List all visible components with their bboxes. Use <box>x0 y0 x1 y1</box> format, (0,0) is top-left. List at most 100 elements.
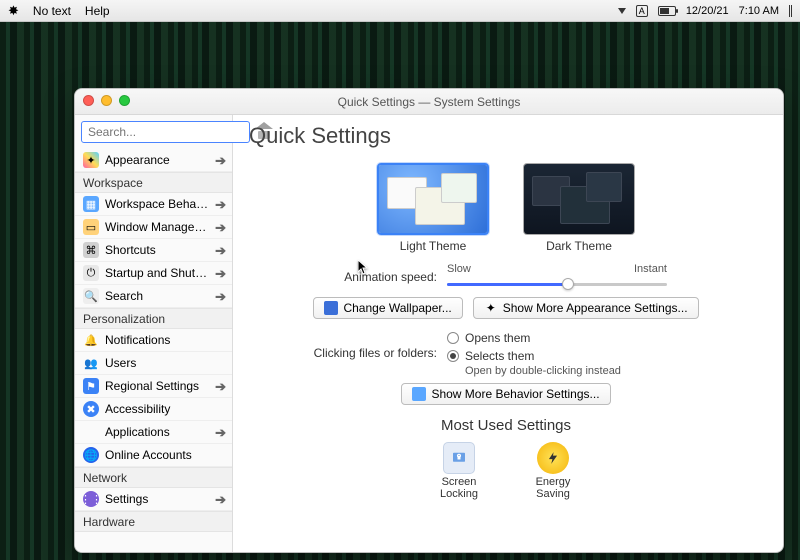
apple-menu-icon[interactable]: ✸ <box>8 3 19 19</box>
theme-option-dark[interactable]: Dark Theme <box>523 163 635 253</box>
input-menu-icon[interactable]: A <box>636 5 648 17</box>
clicking-files-label: Clicking files or folders: <box>247 346 437 360</box>
sidebar-item-label: Shortcuts <box>105 243 209 257</box>
sidebar-item-label: Settings <box>105 492 209 506</box>
window-management-icon: ▭ <box>83 219 99 235</box>
button-label: Show More Appearance Settings... <box>503 301 688 315</box>
sidebar: ✦ Appearance ➔ Workspace ▦ Workspace Beh… <box>75 115 233 552</box>
startup-icon: ⏻ <box>83 265 99 281</box>
sidebar-category-workspace: Workspace <box>75 172 232 193</box>
sidebar-item-notifications[interactable]: 🔔 Notifications <box>75 329 232 352</box>
sidebar-item-network-settings[interactable]: ⋮⋮ Settings ➔ <box>75 488 232 511</box>
menubar-time[interactable]: 7:10 AM <box>739 5 779 17</box>
more-appearance-button[interactable]: ✦ Show More Appearance Settings... <box>473 297 699 319</box>
sidebar-item-label: Window Management <box>105 220 209 234</box>
most-used-label: ScreenLocking <box>429 476 489 500</box>
apps-icon <box>83 424 99 440</box>
radio-label: Opens them <box>465 329 530 347</box>
network-icon: ⋮⋮ <box>83 491 99 507</box>
titlebar[interactable]: Quick Settings — System Settings <box>75 89 783 115</box>
most-used-screen-locking[interactable]: ScreenLocking <box>429 442 489 500</box>
close-button[interactable] <box>83 95 94 106</box>
sidebar-item-label: Workspace Behavior <box>105 197 209 211</box>
radio-icon <box>447 350 459 362</box>
system-menubar: ✸ No text Help A 12/20/21 7:10 AM <box>0 0 800 22</box>
sidebar-item-regional[interactable]: ⚑ Regional Settings ➔ <box>75 375 232 398</box>
chevron-right-icon: ➔ <box>215 244 226 257</box>
sidebar-item-accessibility[interactable]: ✖ Accessibility <box>75 398 232 421</box>
button-label: Change Wallpaper... <box>343 301 451 315</box>
appearance-icon: ✦ <box>484 301 498 315</box>
sidebar-item-workspace-behavior[interactable]: ▦ Workspace Behavior ➔ <box>75 193 232 216</box>
accessibility-icon: ✖ <box>83 401 99 417</box>
settings-window: Quick Settings — System Settings ✦ Appea… <box>74 88 784 553</box>
chevron-right-icon: ➔ <box>215 493 226 506</box>
appearance-icon: ✦ <box>83 152 99 168</box>
radio-opens-them[interactable]: Opens them <box>447 329 621 347</box>
sidebar-item-shortcuts[interactable]: ⌘ Shortcuts ➔ <box>75 239 232 262</box>
chevron-right-icon: ➔ <box>215 267 226 280</box>
more-behavior-button[interactable]: Show More Behavior Settings... <box>401 383 610 405</box>
button-label: Show More Behavior Settings... <box>431 387 599 401</box>
minimize-button[interactable] <box>101 95 112 106</box>
sidebar-item-label: Online Accounts <box>105 448 226 462</box>
sidebar-item-search[interactable]: 🔍 Search ➔ <box>75 285 232 308</box>
chevron-right-icon: ➔ <box>215 221 226 234</box>
chevron-right-icon: ➔ <box>215 426 226 439</box>
most-used-energy-saving[interactable]: EnergySaving <box>523 442 583 500</box>
radio-icon <box>447 332 459 344</box>
sidebar-item-label: Notifications <box>105 333 226 347</box>
theme-option-light[interactable]: Light Theme <box>377 163 489 253</box>
animation-speed-slider[interactable] <box>447 277 667 291</box>
slider-label-slow: Slow <box>447 263 471 275</box>
most-used-label: EnergySaving <box>523 476 583 500</box>
sidebar-item-window-management[interactable]: ▭ Window Management ➔ <box>75 216 232 239</box>
menu-notext[interactable]: No text <box>33 4 71 18</box>
content-area: Quick Settings Light Theme Dark Theme An… <box>233 115 783 552</box>
sidebar-category-network: Network <box>75 467 232 488</box>
theme-thumbnail-light <box>377 163 489 235</box>
lock-screen-icon <box>443 442 475 474</box>
window-controls <box>83 95 130 106</box>
users-icon: 👥 <box>83 355 99 371</box>
search-input[interactable] <box>81 121 250 143</box>
theme-thumbnail-dark <box>523 163 635 235</box>
battery-icon[interactable] <box>658 6 676 16</box>
radio-hint: Open by double-clicking instead <box>465 365 621 377</box>
maximize-button[interactable] <box>119 95 130 106</box>
sidebar-item-applications[interactable]: Applications ➔ <box>75 421 232 444</box>
sidebar-item-label: Regional Settings <box>105 379 209 393</box>
mouse-cursor <box>358 260 370 276</box>
sidebar-item-label: Accessibility <box>105 402 226 416</box>
sidebar-item-label: Search <box>105 289 209 303</box>
change-wallpaper-button[interactable]: Change Wallpaper... <box>313 297 462 319</box>
shortcuts-icon: ⌘ <box>83 242 99 258</box>
radio-selects-them[interactable]: Selects them <box>447 347 621 365</box>
sidebar-category-personalization: Personalization <box>75 308 232 329</box>
bell-icon: 🔔 <box>83 332 99 348</box>
radio-label: Selects them <box>465 347 534 365</box>
spotlight-icon[interactable] <box>789 5 792 17</box>
sidebar-category-hardware: Hardware <box>75 511 232 532</box>
energy-icon <box>537 442 569 474</box>
window-title: Quick Settings — System Settings <box>338 95 521 109</box>
search-icon: 🔍 <box>83 288 99 304</box>
sidebar-item-startup-shutdown[interactable]: ⏻ Startup and Shutdown ➔ <box>75 262 232 285</box>
dropdown-icon[interactable] <box>618 8 626 14</box>
workspace-icon <box>412 387 426 401</box>
chevron-right-icon: ➔ <box>215 290 226 303</box>
page-title: Quick Settings <box>249 123 765 149</box>
sidebar-item-label: Users <box>105 356 226 370</box>
menu-help[interactable]: Help <box>85 4 110 18</box>
sidebar-item-online-accounts[interactable]: 🌐 Online Accounts <box>75 444 232 467</box>
workspace-behavior-icon: ▦ <box>83 196 99 212</box>
sidebar-item-appearance[interactable]: ✦ Appearance ➔ <box>75 149 232 172</box>
sidebar-item-label: Startup and Shutdown <box>105 266 209 280</box>
animation-speed-label: Animation speed: <box>247 270 437 284</box>
most-used-title: Most Used Settings <box>247 417 765 434</box>
flag-icon: ⚑ <box>83 378 99 394</box>
chevron-right-icon: ➔ <box>215 380 226 393</box>
menubar-date[interactable]: 12/20/21 <box>686 5 729 17</box>
sidebar-item-users[interactable]: 👥 Users <box>75 352 232 375</box>
theme-label: Dark Theme <box>523 239 635 253</box>
